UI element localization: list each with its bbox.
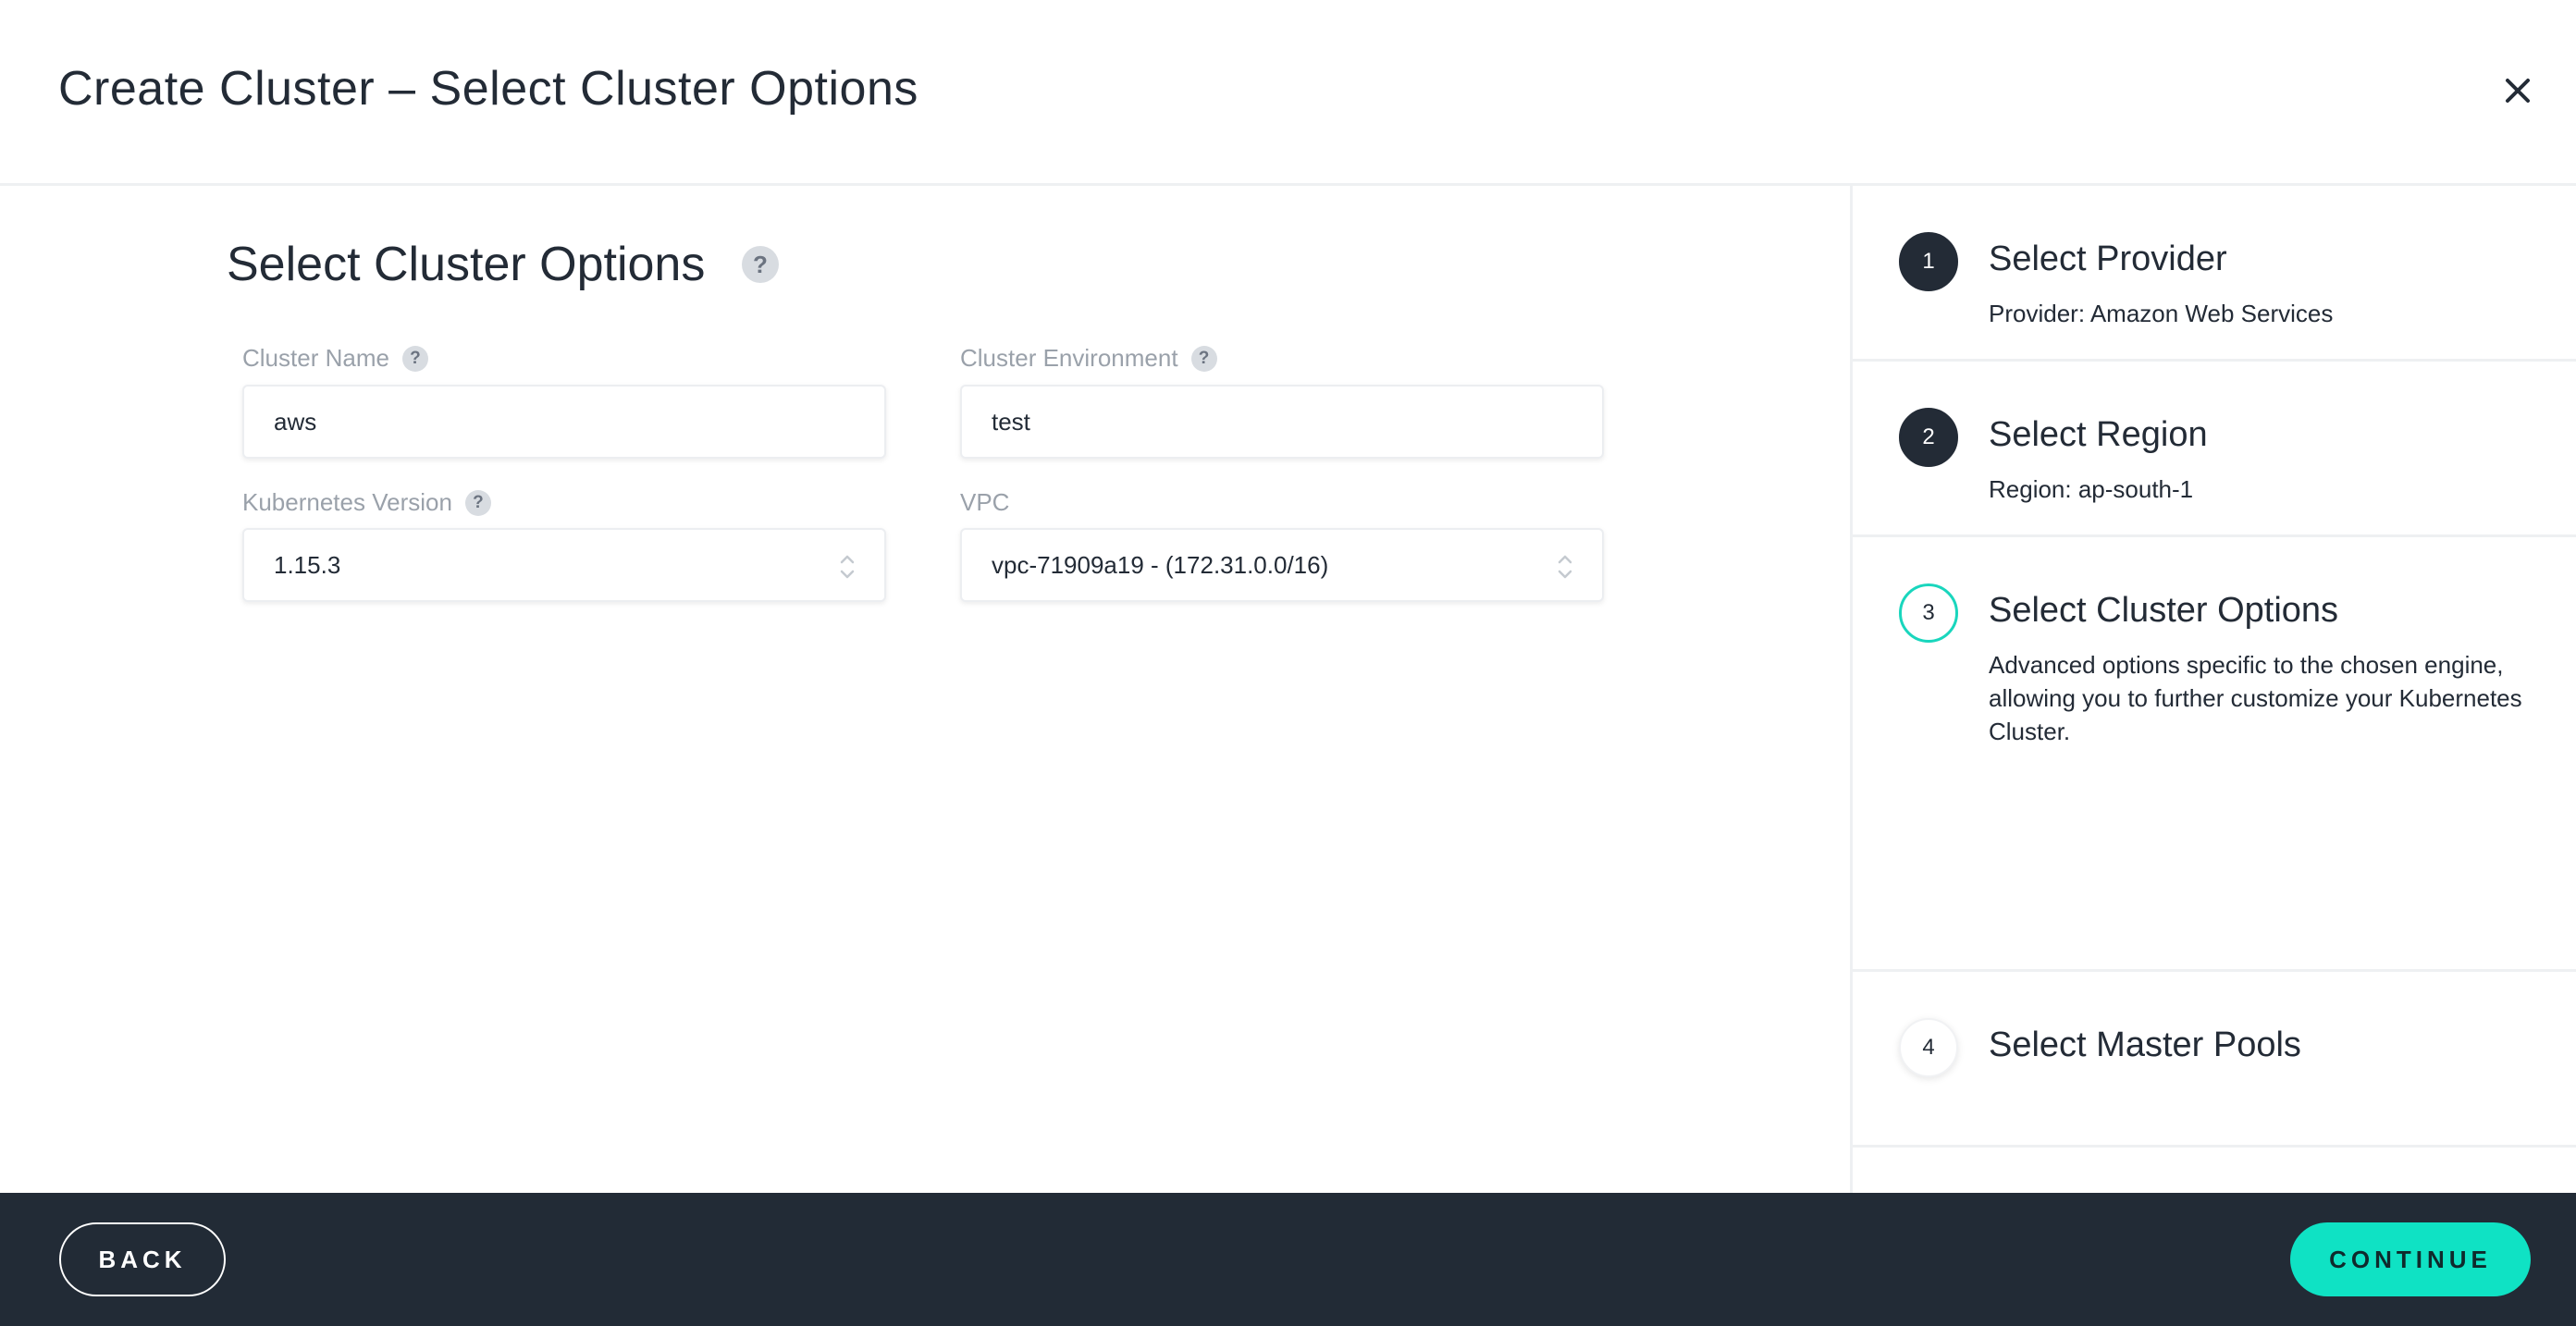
close-icon[interactable] <box>2497 70 2538 111</box>
step-description: Advanced options specific to the chosen … <box>1989 651 2522 745</box>
cluster-environment-input[interactable]: test <box>960 385 1604 459</box>
modal-footer: BACK CONTINUE <box>0 1193 2576 1326</box>
kubernetes-version-select[interactable]: 1.15.3 <box>242 528 886 602</box>
cluster-name-label-text: Cluster Name <box>242 344 389 372</box>
section-title: Select Cluster Options <box>227 238 706 291</box>
help-icon[interactable]: ? <box>1190 345 1217 372</box>
help-icon[interactable]: ? <box>742 246 779 283</box>
kubernetes-version-label-text: Kubernetes Version <box>242 488 452 516</box>
vpc-value: vpc-71909a19 - (172.31.0.0/16) <box>992 551 1329 579</box>
back-button[interactable]: BACK <box>59 1222 226 1296</box>
step-select-region[interactable]: 2 Select Region Region: ap-south-1 <box>1853 362 2576 537</box>
cluster-environment-label-text: Cluster Environment <box>960 344 1178 372</box>
vpc-label: VPC <box>960 488 1009 517</box>
kubernetes-version-label: Kubernetes Version ? <box>242 488 491 517</box>
step-number: 2 <box>1899 408 1958 467</box>
wizard-steps: 1 Select Provider Provider: Amazon Web S… <box>1850 186 2576 1193</box>
step-select-provider[interactable]: 1 Select Provider Provider: Amazon Web S… <box>1853 186 2576 362</box>
cluster-name-label: Cluster Name ? <box>242 344 428 373</box>
step-number: 1 <box>1899 232 1958 291</box>
kubernetes-version-value: 1.15.3 <box>274 551 341 579</box>
cluster-environment-label: Cluster Environment ? <box>960 344 1217 373</box>
step-select-cluster-options[interactable]: 3 Select Cluster Options Advanced option… <box>1853 537 2576 972</box>
help-icon[interactable]: ? <box>401 345 428 372</box>
step-number: 3 <box>1899 583 1958 643</box>
step-title: Select Provider <box>1989 239 2227 278</box>
cluster-name-input[interactable]: aws <box>242 385 886 459</box>
step-title: Select Cluster Options <box>1989 591 2339 630</box>
form-area: Select Cluster Options ? Cluster Name ? … <box>0 189 1850 1193</box>
step-description: Provider: Amazon Web Services <box>1989 300 2334 327</box>
step-number: 4 <box>1899 1018 1958 1077</box>
step-select-master-pools[interactable]: 4 Select Master Pools <box>1853 972 2576 1148</box>
help-icon[interactable]: ? <box>464 489 491 516</box>
vpc-select[interactable]: vpc-71909a19 - (172.31.0.0/16) <box>960 528 1604 602</box>
modal-header: Create Cluster – Select Cluster Options <box>0 0 2576 186</box>
select-arrows-icon <box>838 550 857 583</box>
continue-button[interactable]: CONTINUE <box>2290 1222 2531 1296</box>
vpc-label-text: VPC <box>960 488 1010 516</box>
select-arrows-icon <box>1556 550 1574 583</box>
step-title: Select Master Pools <box>1989 1025 2301 1064</box>
step-title: Select Region <box>1989 415 2208 454</box>
step-description: Region: ap-south-1 <box>1989 475 2194 503</box>
modal-title: Create Cluster – Select Cluster Options <box>58 62 918 116</box>
